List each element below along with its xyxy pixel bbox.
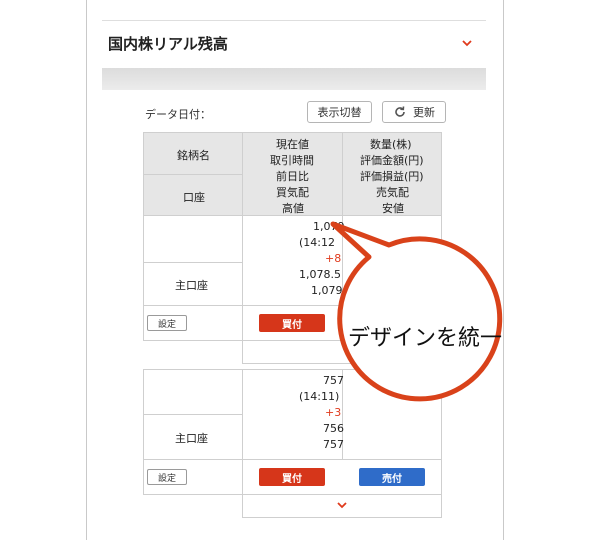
callout-text: デザインを統一	[348, 326, 503, 351]
callout-bubble	[330, 221, 503, 402]
